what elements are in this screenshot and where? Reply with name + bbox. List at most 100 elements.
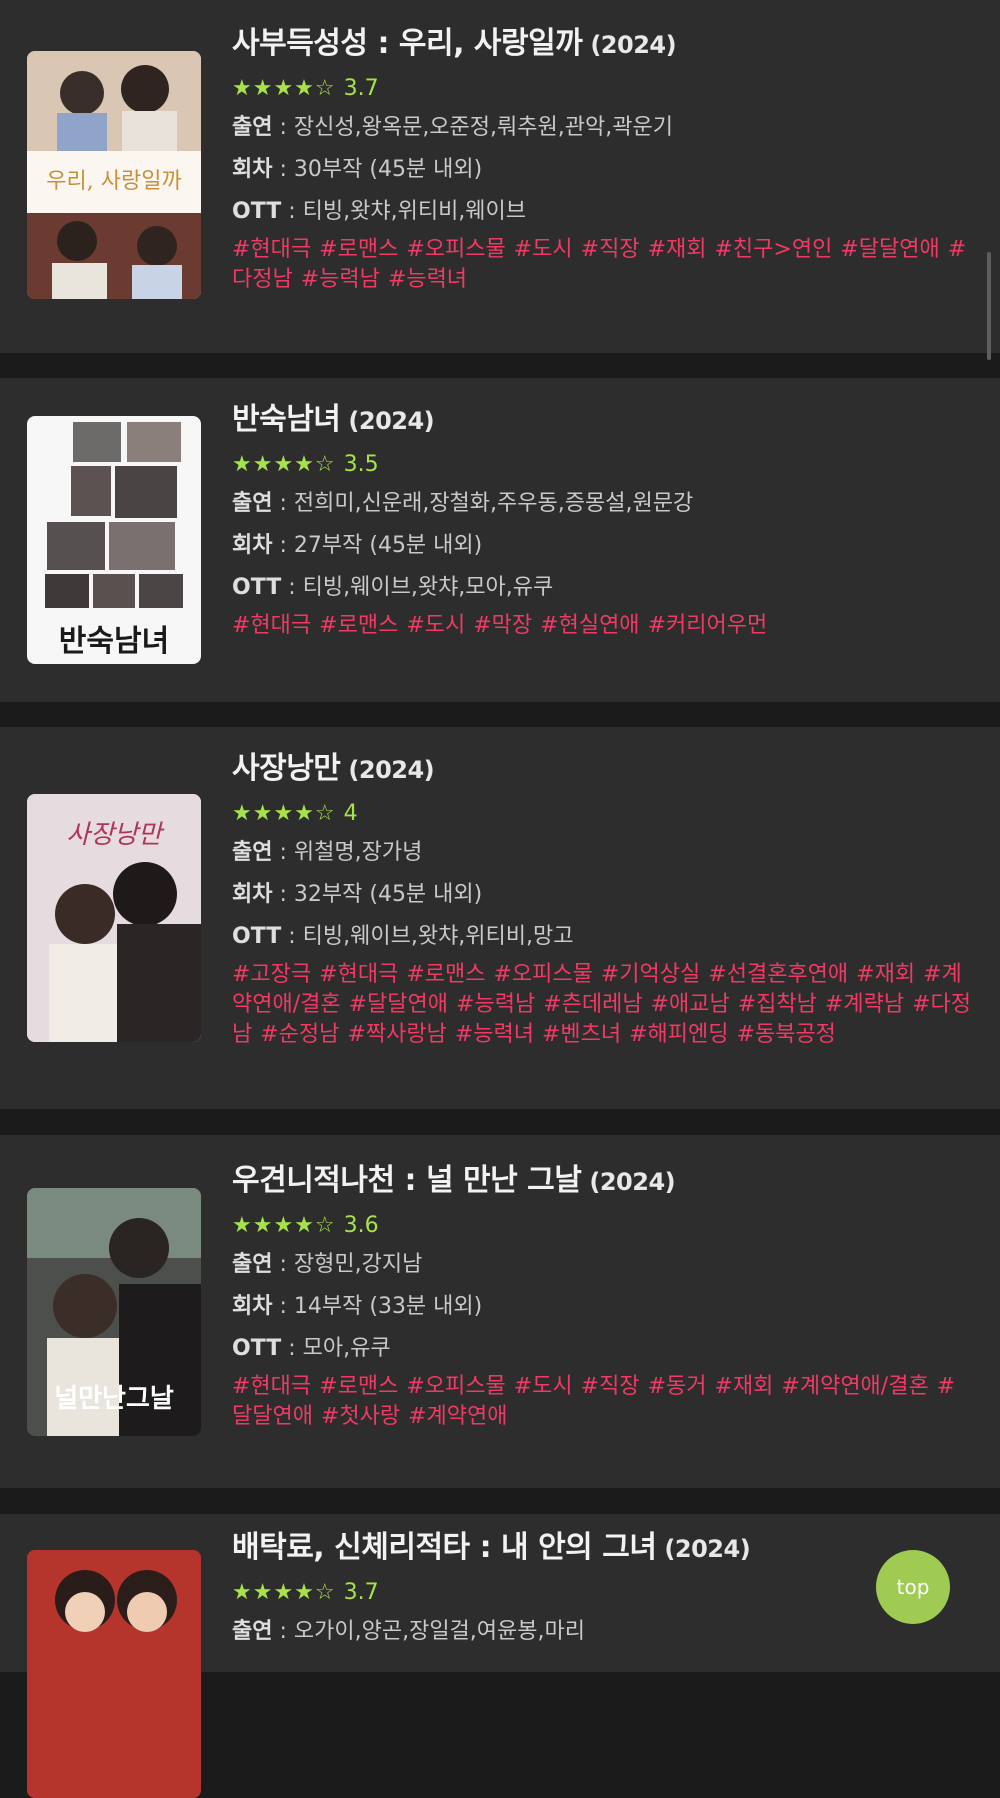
drama-title[interactable]: 배탁료, 신체리적타 : 내 안의 그녀 (2024) (232, 1528, 974, 1569)
tag-link[interactable]: #집착남 (738, 992, 817, 1017)
drama-card[interactable]: 널만난그날 우견니적나천 : 널 만난 그날 (2024) ★★★★☆ 3.6 출연… (0, 1135, 1000, 1488)
tag-link[interactable]: #달달연애 (349, 992, 448, 1017)
drama-info: 반숙남녀 (2024) ★★★★☆ 3.5 출연 : 전희미,신운래,장철화,주우동… (232, 400, 974, 641)
ott-row: OTT : 티빙,왓챠,위티비,웨이브 (232, 199, 527, 224)
tag-link[interactable]: #오피스물 (406, 237, 505, 262)
drama-title[interactable]: 사부득성성 : 우리, 사랑일까 (2024) (232, 24, 974, 65)
episodes-label: 회차 (232, 533, 273, 558)
tag-link[interactable]: #해피엔딩 (629, 1022, 728, 1047)
ott-row: OTT : 티빙,웨이브,왓챠,모아,유쿠 (232, 575, 554, 600)
drama-card[interactable]: 사장낭만 사장낭만 (2024) ★★★★☆ 4 출연 : 위철명,장가녕 회차 :… (0, 727, 1000, 1109)
tag-link[interactable]: #순정남 (260, 1022, 339, 1047)
poster-image[interactable]: 널만난그날 (27, 1188, 201, 1436)
tag-link[interactable]: #오피스물 (406, 1374, 505, 1399)
tag-link[interactable]: #도시 (514, 1374, 573, 1399)
tag-link[interactable]: #현대극 (232, 613, 311, 638)
drama-year: (2024) (664, 1535, 751, 1563)
ott-value: 티빙,웨이브,왓챠,위티비,망고 (302, 924, 574, 949)
cast-value: 장신성,왕옥문,오준정,뤄추원,관악,곽운기 (293, 115, 673, 140)
cast-label: 출연 (232, 115, 273, 140)
tag-link[interactable]: #도시 (514, 237, 573, 262)
drama-info: 사장낭만 (2024) ★★★★☆ 4 출연 : 위철명,장가녕 회차 : 32부작… (232, 749, 974, 1050)
cast-row: 출연 : 전희미,신운래,장철화,주우동,증몽설,원문강 (232, 491, 694, 516)
tag-link[interactable]: #고장극 (232, 962, 311, 987)
title-text: 우견니적나천 : 널 만난 그날 (232, 1163, 582, 1198)
tag-link[interactable]: #현실연애 (540, 613, 639, 638)
tag-link[interactable]: #계약연애 (408, 1404, 507, 1429)
tag-link[interactable]: #현대극 (232, 237, 311, 262)
tag-link[interactable]: #첫사랑 (321, 1404, 400, 1429)
drama-card[interactable]: 반숙남녀 반숙남녀 (2024) ★★★★☆ 3.5 출연 : 전희미,신운래,장철… (0, 378, 1000, 702)
drama-card[interactable]: 배탁료, 신체리적타 : 내 안의 그녀 (2024) ★★★★☆ 3.7 출연 :… (0, 1514, 1000, 1798)
star-icons: ★★★★☆ (232, 76, 336, 101)
poster-title: 우리, 사랑일까 (46, 169, 182, 194)
tag-link[interactable]: #선결혼후연애 (708, 962, 848, 987)
poster-image[interactable]: 반숙남녀 (27, 416, 201, 664)
drama-info: 사부득성성 : 우리, 사랑일까 (2024) ★★★★☆ 3.7 출연 : 장신성… (232, 24, 974, 295)
cast-value: 장형민,강지남 (293, 1252, 423, 1277)
episodes-value: 14부작 (33분 내외) (293, 1294, 483, 1319)
scroll-top-button[interactable]: top (876, 1550, 950, 1624)
tag-link[interactable]: #동북공정 (737, 1022, 836, 1047)
tag-list: #현대극 #로맨스 #오피스물 #도시 #직장 #재회 #친구>연인 #달달연애 #다정남 #능력… (232, 235, 974, 295)
tag-link[interactable]: #짝사랑남 (347, 1022, 446, 1047)
tag-link[interactable]: #직장 (581, 237, 640, 262)
tag-link[interactable]: #로맨스 (319, 613, 398, 638)
tag-link[interactable]: #동거 (648, 1374, 707, 1399)
tag-link[interactable]: #기억상실 (601, 962, 700, 987)
drama-title[interactable]: 반숙남녀 (2024) (232, 400, 974, 441)
tag-link[interactable]: #직장 (581, 1374, 640, 1399)
tag-link[interactable]: #현대극 (232, 1374, 311, 1399)
tag-link[interactable]: #재회 (714, 1374, 773, 1399)
tag-link[interactable]: #로맨스 (319, 237, 398, 262)
ott-row: OTT : 모아,유쿠 (232, 1336, 391, 1361)
drama-card[interactable]: 우리, 사랑일까 사부득성성 : 우리, 사랑일까 (2024) ★★★★☆ 3.7… (0, 0, 1000, 353)
poster-art (27, 1550, 201, 1798)
rating-score: 3.7 (343, 1580, 379, 1605)
tag-link[interactable]: #커리어우먼 (648, 613, 768, 638)
cast-value: 위철명,장가녕 (293, 840, 423, 865)
drama-year: (2024) (348, 756, 435, 784)
tag-link[interactable]: #계약연애/결혼 (781, 1374, 928, 1399)
episodes-row: 회차 : 30부작 (45분 내외) (232, 157, 483, 182)
title-text: 반숙남녀 (232, 402, 341, 437)
ott-value: 모아,유쿠 (302, 1336, 391, 1361)
tag-link[interactable]: #달달연애 (840, 237, 939, 262)
drama-info: 우견니적나천 : 널 만난 그날 (2024) ★★★★☆ 3.6 출연 : 장형민… (232, 1161, 974, 1432)
tag-list: #현대극 #로맨스 #오피스물 #도시 #직장 #동거 #재회 #계약연애/결혼 #달달연애 #첫… (232, 1372, 974, 1432)
drama-info: 배탁료, 신체리적타 : 내 안의 그녀 (2024) ★★★★☆ 3.7 출연 :… (232, 1528, 974, 1653)
tag-link[interactable]: #츤데레남 (543, 992, 642, 1017)
episodes-value: 32부작 (45분 내외) (293, 882, 483, 907)
episodes-value: 27부작 (45분 내외) (293, 533, 483, 558)
scrollbar[interactable] (987, 252, 991, 360)
tag-link[interactable]: #친구>연인 (714, 237, 832, 262)
tag-link[interactable]: #재회 (856, 962, 915, 987)
tag-link[interactable]: #도시 (406, 613, 465, 638)
poster-image[interactable]: 사장낭만 (27, 794, 201, 1042)
poster-image[interactable] (27, 1550, 201, 1798)
tag-link[interactable]: #능력녀 (388, 267, 467, 292)
poster-title: 널만난그날 (54, 1384, 174, 1414)
star-icons: ★★★★☆ (232, 1213, 336, 1238)
poster-image[interactable]: 우리, 사랑일까 (27, 51, 201, 299)
tag-link[interactable]: #계략남 (825, 992, 904, 1017)
tag-link[interactable]: #막장 (473, 613, 532, 638)
episodes-label: 회차 (232, 157, 273, 182)
tag-link[interactable]: #로맨스 (319, 1374, 398, 1399)
episodes-label: 회차 (232, 882, 273, 907)
drama-title[interactable]: 사장낭만 (2024) (232, 749, 974, 790)
tag-link[interactable]: #로맨스 (406, 962, 485, 987)
drama-title[interactable]: 우견니적나천 : 널 만난 그날 (2024) (232, 1161, 974, 1202)
tag-link[interactable]: #능력녀 (455, 1022, 534, 1047)
tag-link[interactable]: #능력남 (301, 267, 380, 292)
tag-link[interactable]: #재회 (648, 237, 707, 262)
tag-link[interactable]: #애교남 (651, 992, 730, 1017)
ott-label: OTT (232, 1336, 282, 1361)
tag-link[interactable]: #벤츠녀 (542, 1022, 621, 1047)
rating-score: 3.5 (343, 452, 379, 477)
tag-link[interactable]: #능력남 (456, 992, 535, 1017)
rating-score: 4 (343, 801, 358, 826)
tag-link[interactable]: #현대극 (319, 962, 398, 987)
episodes-row: 회차 : 27부작 (45분 내외) (232, 533, 483, 558)
tag-link[interactable]: #오피스물 (493, 962, 592, 987)
